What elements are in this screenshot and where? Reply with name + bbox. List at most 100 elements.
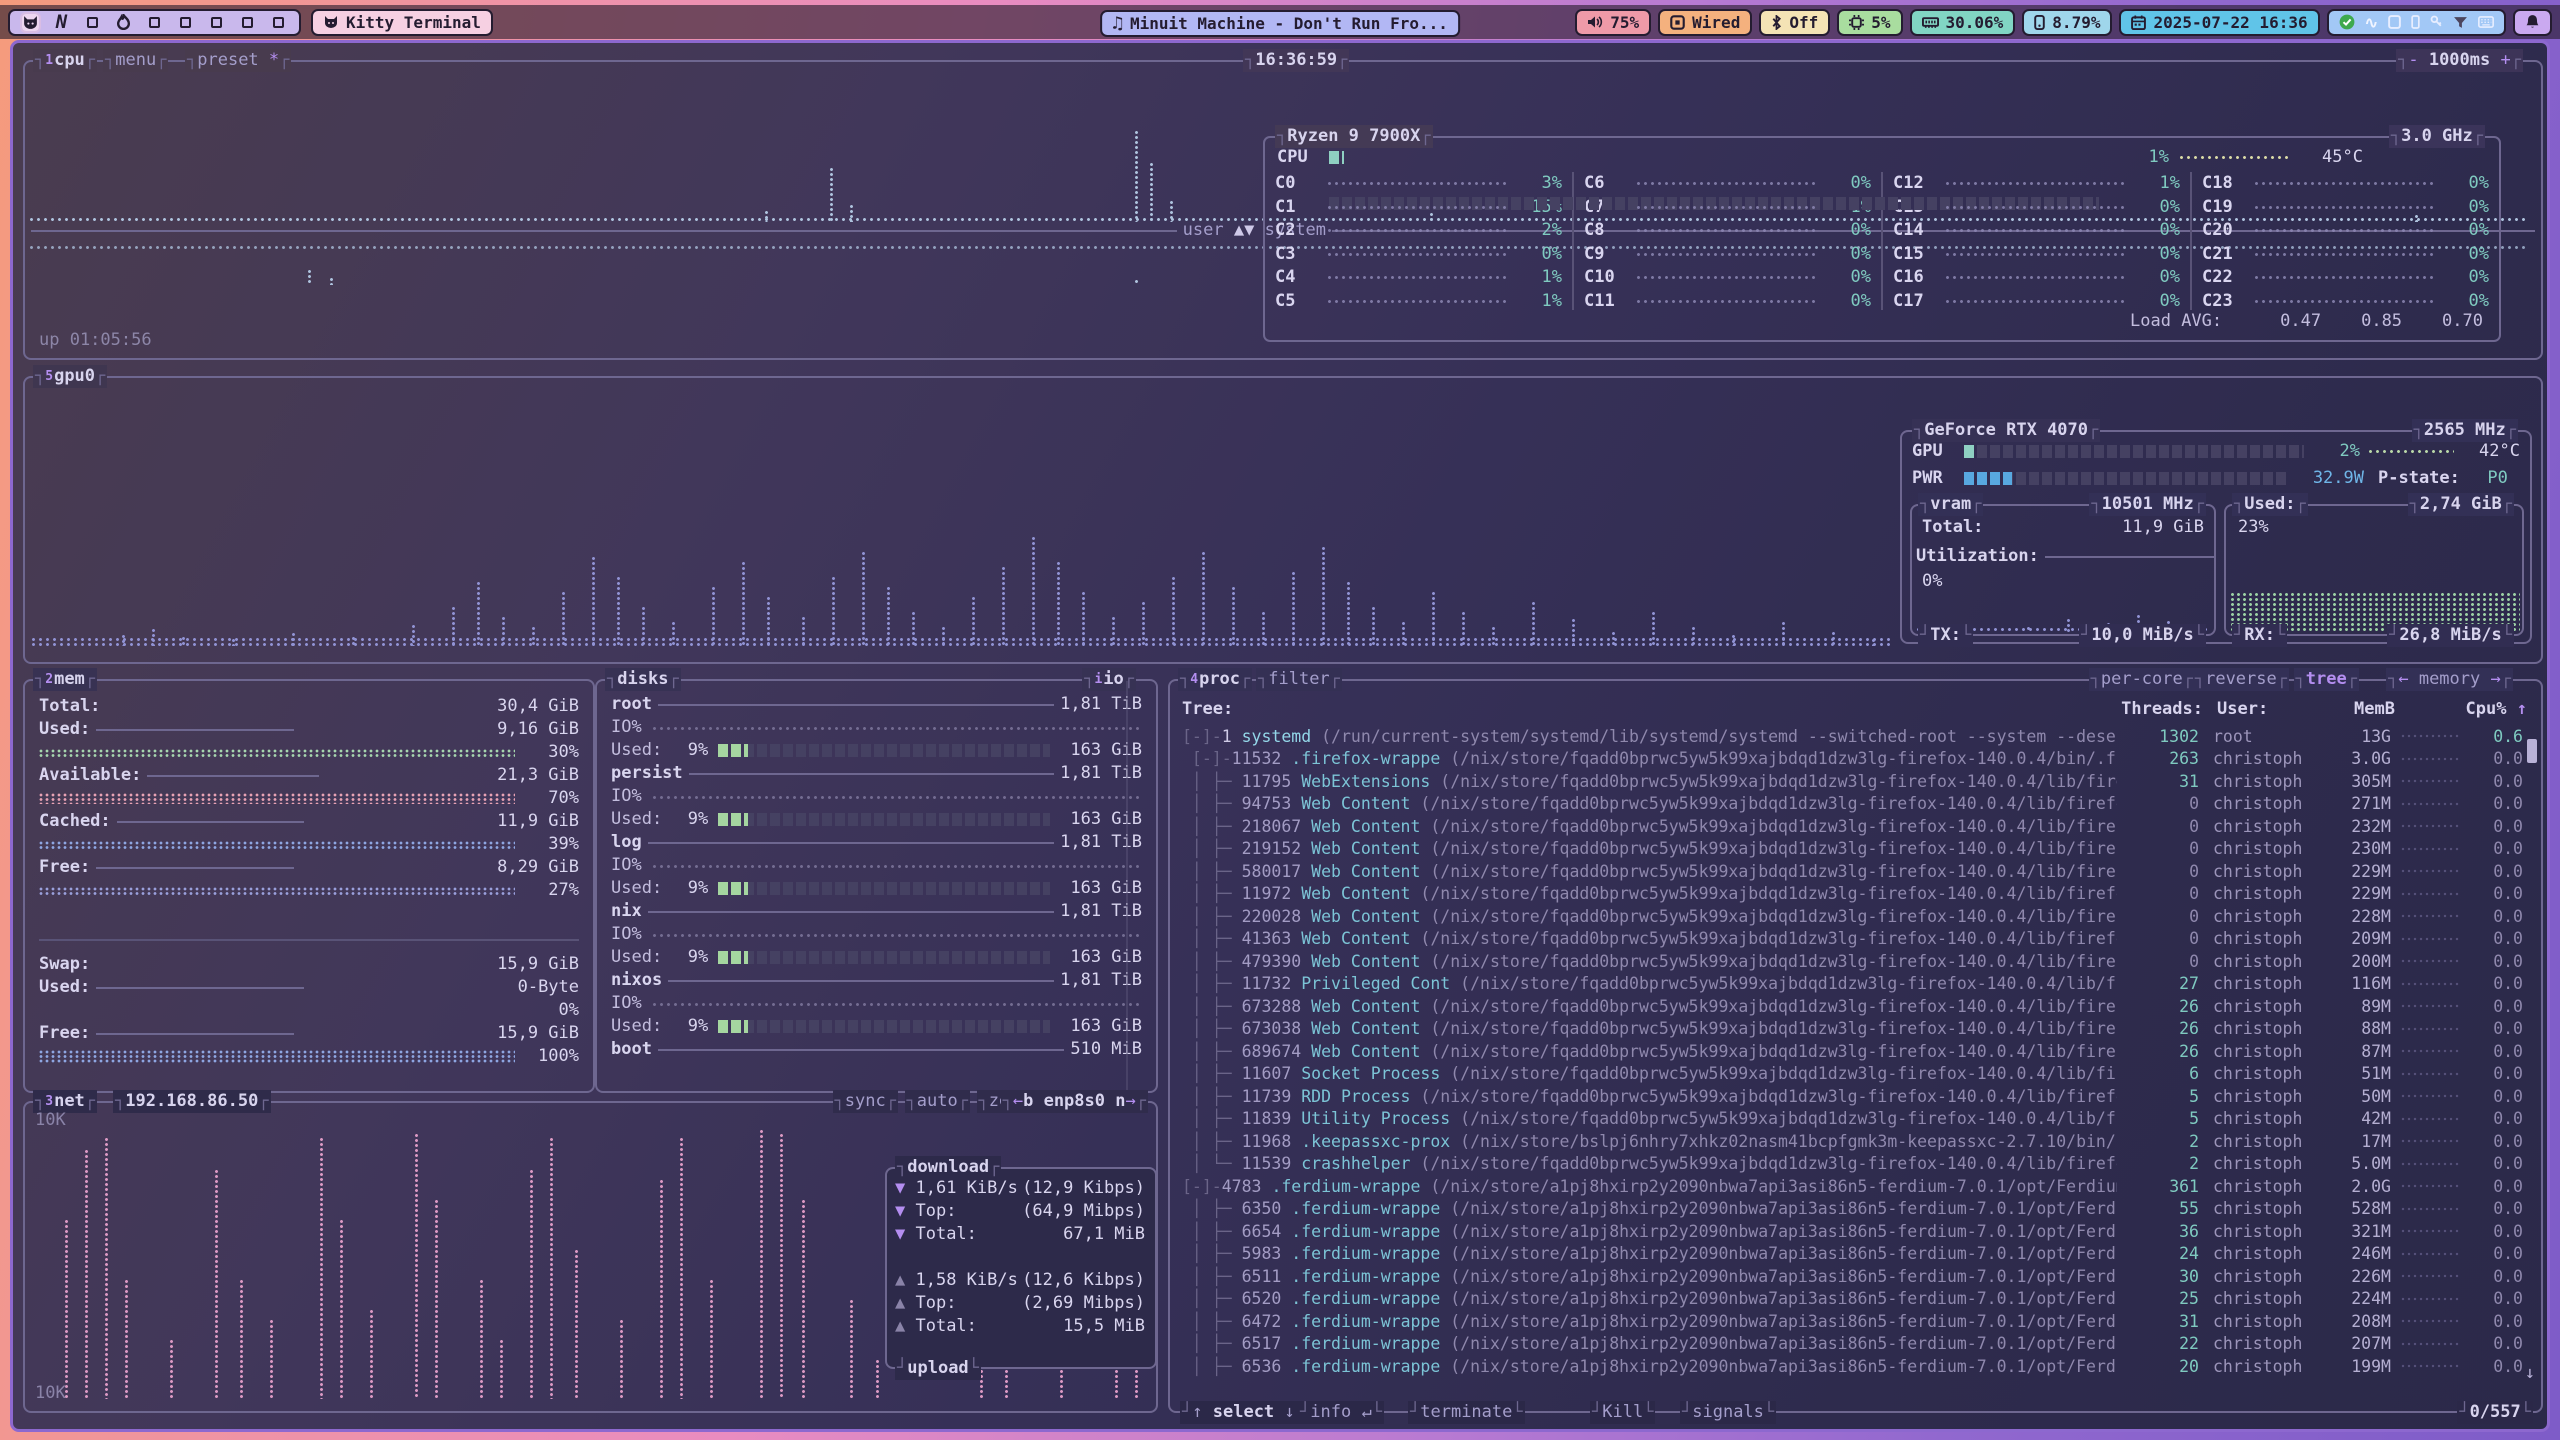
disk-io-graph: [652, 795, 1142, 799]
process-row[interactable]: │ ├─ 6536 .ferdium-wrappe (/nix/store/a1…: [1182, 1355, 2523, 1377]
process-row[interactable]: │ ├─ 11607 Socket Process (/nix/store/fq…: [1182, 1063, 2523, 1086]
proc-terminate-button[interactable]: terminate: [1408, 1401, 1525, 1424]
process-row[interactable]: │ ├─ 6520 .ferdium-wrappe (/nix/store/a1…: [1182, 1288, 2523, 1311]
process-row[interactable]: │ ├─ 218067 Web Content (/nix/store/fqad…: [1182, 815, 2523, 838]
keyboard-icon[interactable]: [2478, 16, 2494, 28]
workspace-cat-icon[interactable]: [22, 14, 39, 31]
workspace-square-icon[interactable]: [84, 14, 101, 31]
process-row[interactable]: │ ├─ 11795 WebExtensions (/nix/store/fqa…: [1182, 770, 2523, 793]
vram-frequency: 10501 MHz: [2089, 493, 2206, 516]
memory-usage-pill[interactable]: 30.06%: [1910, 9, 2016, 36]
process-row[interactable]: [-]-4783 .ferdium-wrappe (/nix/store/a1p…: [1182, 1175, 2523, 1198]
proc-sort-column-switcher[interactable]: ← memory →: [2386, 668, 2513, 691]
net-interface-switcher[interactable]: ←b enp8s0 n→: [1001, 1090, 1148, 1113]
update-interval-control[interactable]: - 1000ms +: [2396, 49, 2523, 72]
process-row[interactable]: │ ├─ 11732 Privileged Cont (/nix/store/f…: [1182, 973, 2523, 996]
clock-readout: 16:36:59: [1243, 49, 1349, 72]
proc-kill-button[interactable]: Kill: [1590, 1401, 1655, 1424]
workspace-flame-icon[interactable]: [115, 14, 132, 31]
process-row[interactable]: │ ├─ 220028 Web Content (/nix/store/fqad…: [1182, 905, 2523, 928]
key-icon[interactable]: [2430, 15, 2443, 29]
workspace-square-icon[interactable]: [239, 14, 256, 31]
notifications-pill[interactable]: [2513, 9, 2552, 36]
process-row[interactable]: │ ├─ 689674 Web Content (/nix/store/fqad…: [1182, 1040, 2523, 1063]
proc-info-button[interactable]: info ↵: [1298, 1401, 1384, 1424]
process-row[interactable]: │ ├─ 479390 Web Content (/nix/store/fqad…: [1182, 950, 2523, 973]
proc-box-title[interactable]: 4proc: [1178, 668, 1252, 691]
process-row[interactable]: │ ├─ 673288 Web Content (/nix/store/fqad…: [1182, 995, 2523, 1018]
disk-icon: [2034, 15, 2045, 30]
disk-usage-pill[interactable]: 8.79%: [2022, 9, 2112, 36]
volume-pill[interactable]: 75%: [1575, 9, 1651, 36]
cpu-usage-pill[interactable]: 5%: [1837, 9, 1902, 36]
gpu-power-row: PWR 32.9W P-state: P0: [1902, 462, 2530, 490]
process-row[interactable]: │ ├─ 11839 Utility Process (/nix/store/f…: [1182, 1108, 2523, 1131]
top-status-bar: N Kitty Terminal ♫ Minuit Machine - Don'…: [0, 5, 2560, 39]
cpu-box-title[interactable]: 1cpu: [33, 49, 97, 72]
workspace-square-icon[interactable]: [270, 14, 287, 31]
process-row[interactable]: │ ├─ 6350 .ferdium-wrappe (/nix/store/a1…: [1182, 1198, 2523, 1221]
chip-icon: [1849, 15, 1864, 30]
check-circle-icon[interactable]: [2339, 14, 2355, 30]
net-auto-button[interactable]: auto: [905, 1090, 970, 1113]
process-row[interactable]: │ ├─ 673038 Web Content (/nix/store/fqad…: [1182, 1018, 2523, 1041]
bluetooth-pill[interactable]: Off: [1759, 9, 1830, 36]
workspace-square-icon[interactable]: [146, 14, 163, 31]
process-row[interactable]: │ ├─ 5983 .ferdium-wrappe (/nix/store/a1…: [1182, 1243, 2523, 1266]
process-row[interactable]: │ ├─ 6654 .ferdium-wrappe (/nix/store/a1…: [1182, 1220, 2523, 1243]
disks-box-title[interactable]: disks: [605, 668, 681, 691]
proc-scroll-down-arrow[interactable]: ↓: [2525, 1362, 2535, 1385]
process-row[interactable]: │ ├─ 11968 .keepassxc-prox (/nix/store/b…: [1182, 1130, 2523, 1153]
cpu-usage-value: 5%: [1871, 13, 1890, 32]
mem-row-pct: 70%: [515, 787, 579, 810]
window-title-pill[interactable]: Kitty Terminal: [311, 9, 493, 36]
workspace-nixos-icon[interactable]: N: [53, 14, 70, 31]
gpu-box-title[interactable]: 5gpu0: [33, 365, 107, 388]
vram-utilization-divider: Utilization:: [1912, 545, 2214, 568]
workspace-switcher: N: [8, 9, 301, 36]
process-row[interactable]: │ ├─ 94753 Web Content (/nix/store/fqadd…: [1182, 793, 2523, 816]
wave-icon[interactable]: ∿: [2365, 13, 2378, 32]
proc-tree-button[interactable]: tree: [2294, 668, 2359, 691]
process-row[interactable]: │ └─ 11539 crashhelper (/nix/store/fqadd…: [1182, 1153, 2523, 1176]
proc-signals-button[interactable]: signals: [1680, 1401, 1776, 1424]
disk-used-value: 163 GiB: [1050, 739, 1142, 762]
process-row[interactable]: [-]-11532 .firefox-wrappe (/nix/store/fq…: [1182, 748, 2523, 771]
process-row[interactable]: │ ├─ 6472 .ferdium-wrappe (/nix/store/a1…: [1182, 1310, 2523, 1333]
process-mem-graph: [2401, 1342, 2459, 1346]
process-row[interactable]: [-]-1 systemd (/run/current-system/syste…: [1182, 725, 2523, 748]
proc-scrollbar-thumb[interactable]: [2527, 739, 2537, 763]
media-player-pill[interactable]: ♫ Minuit Machine - Don't Run Fro...: [1100, 10, 1460, 37]
menu-button[interactable]: menu: [103, 49, 168, 72]
process-row[interactable]: │ ├─ 219152 Web Content (/nix/store/fqad…: [1182, 838, 2523, 861]
gpu-detail-panel: GeForce RTX 4070 2565 MHz GPU 2% 42°C PW…: [1900, 430, 2532, 644]
process-row[interactable]: │ ├─ 11972 Web Content (/nix/store/fqadd…: [1182, 883, 2523, 906]
net-sync-button[interactable]: sync: [833, 1090, 898, 1113]
clipboard-icon[interactable]: [2388, 15, 2401, 29]
process-row[interactable]: │ ├─ 580017 Web Content (/nix/store/fqad…: [1182, 860, 2523, 883]
swap-row-pct: 0%: [515, 999, 579, 1022]
process-row[interactable]: │ ├─ 11739 RDD Process (/nix/store/fqadd…: [1182, 1085, 2523, 1108]
core-history-graph: [1945, 205, 2124, 210]
bluetooth-off-icon: [1771, 15, 1782, 30]
proc-select-control[interactable]: ↑ select ↓: [1180, 1401, 1307, 1424]
core-row: C10 0%: [1584, 266, 1871, 290]
clock-pill[interactable]: 2025-07-22 16:36: [2119, 9, 2319, 36]
process-row[interactable]: │ ├─ 6511 .ferdium-wrappe (/nix/store/a1…: [1182, 1265, 2523, 1288]
process-mem-graph: [2401, 959, 2459, 963]
mem-usage-graph: [39, 793, 515, 804]
phone-icon[interactable]: [2411, 15, 2420, 29]
mem-row-value: 30,4 GiB: [497, 695, 579, 718]
workspace-square-icon[interactable]: [208, 14, 225, 31]
proc-reverse-button[interactable]: reverse: [2193, 668, 2289, 691]
network-pill[interactable]: Wired: [1658, 9, 1752, 36]
proc-filter-button[interactable]: filter: [1256, 668, 1342, 691]
preset-button[interactable]: preset *: [185, 49, 291, 72]
memory-box-title[interactable]: 2mem: [33, 668, 97, 691]
process-row[interactable]: │ ├─ 41363 Web Content (/nix/store/fqadd…: [1182, 928, 2523, 951]
workspace-square-icon[interactable]: [177, 14, 194, 31]
core-history-graph: [2254, 205, 2433, 210]
proc-percore-button[interactable]: per-core: [2089, 668, 2195, 691]
process-row[interactable]: │ ├─ 6517 .ferdium-wrappe (/nix/store/a1…: [1182, 1333, 2523, 1356]
funnel-icon[interactable]: [2453, 16, 2468, 29]
